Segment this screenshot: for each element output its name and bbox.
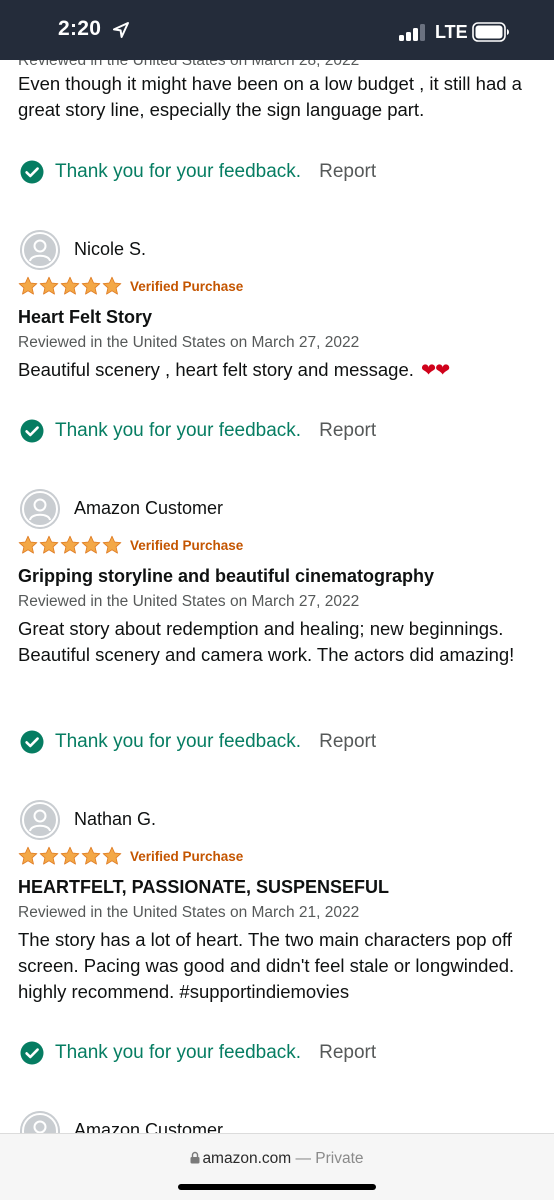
verified-purchase-badge: Verified Purchase [130, 279, 244, 294]
feedback-row: Thank you for your feedback. Report [20, 728, 376, 756]
feedback-row: Thank you for your feedback. Report [20, 1039, 376, 1067]
network-type: LTE [435, 22, 468, 42]
cellular-signal-icon [399, 24, 427, 41]
feedback-confirmation: Thank you for your feedback. [55, 420, 302, 441]
review-meta: Reviewed in the United States on March 2… [18, 904, 360, 921]
avatar [20, 1111, 60, 1133]
url-display[interactable]: amazon.com — Private [0, 1150, 554, 1168]
review-title: HEARTFELT, PASSIONATE, SUSPENSEFUL [18, 877, 390, 897]
avatar [20, 230, 60, 270]
reviewer-name[interactable]: Amazon Customer [74, 1120, 223, 1133]
browser-address-bar[interactable]: amazon.com — Private [0, 1133, 554, 1200]
feedback-confirmation: Thank you for your feedback. [55, 1042, 302, 1063]
star-icon [81, 276, 101, 295]
check-circle-icon [20, 419, 44, 443]
star-icon [39, 535, 59, 554]
location-arrow-icon [113, 22, 129, 38]
report-button[interactable]: Report [319, 161, 376, 183]
url-domain: amazon.com [202, 1150, 292, 1167]
star-icon [18, 276, 38, 295]
star-icon [60, 846, 80, 865]
reviewer-name[interactable]: Nathan G. [74, 809, 156, 830]
star-icon [60, 276, 80, 295]
star-rating [18, 535, 122, 555]
default-avatar-icon [20, 230, 60, 270]
feedback-row: Thank you for your feedback. Report [20, 158, 376, 186]
default-avatar-icon [20, 1111, 60, 1133]
report-button[interactable]: Report [319, 731, 376, 753]
feedback-row: Thank you for your feedback. Report [20, 417, 376, 445]
home-indicator[interactable] [178, 1184, 376, 1190]
lock-icon [190, 1151, 200, 1164]
review-body-text: Beautiful scenery , heart felt story and… [18, 359, 414, 380]
review-body: Even though it might have been on a low … [18, 73, 522, 120]
feedback-confirmation: Thank you for your feedback. [55, 161, 302, 182]
star-rating [18, 846, 122, 866]
battery-icon [472, 22, 509, 42]
star-icon [102, 846, 122, 865]
verified-purchase-badge: Verified Purchase [130, 538, 244, 553]
report-button[interactable]: Report [319, 420, 376, 442]
default-avatar-icon [20, 800, 60, 840]
review-meta: Reviewed in the United States on March 2… [18, 593, 360, 610]
star-icon [39, 846, 59, 865]
star-icon [102, 535, 122, 554]
avatar [20, 800, 60, 840]
check-circle-icon [20, 730, 44, 754]
star-icon [102, 276, 122, 295]
report-button[interactable]: Report [319, 1042, 376, 1064]
star-icon [81, 846, 101, 865]
star-icon [39, 276, 59, 295]
star-icon [18, 535, 38, 554]
reviewer-name[interactable]: Nicole S. [74, 239, 146, 260]
avatar [20, 489, 60, 529]
review-meta: Reviewed in the United States on March 2… [18, 334, 360, 351]
star-icon [60, 535, 80, 554]
reviews-list: Reviewed in the United States on March 2… [0, 0, 554, 1133]
heart-emoji: ❤❤ [421, 360, 450, 380]
feedback-confirmation: Thank you for your feedback. [55, 731, 302, 752]
check-circle-icon [20, 160, 44, 184]
review-body: The story has a lot of heart. The two ma… [18, 929, 515, 1002]
default-avatar-icon [20, 489, 60, 529]
star-icon [18, 846, 38, 865]
review-body: Great story about redemption and healing… [18, 618, 515, 665]
status-bar: 2:20 LTE [0, 0, 554, 60]
star-rating [18, 276, 122, 296]
review-title: Gripping storyline and beautiful cinemat… [18, 566, 435, 586]
status-time: 2:20 [58, 17, 102, 40]
star-icon [81, 535, 101, 554]
private-browsing-label: — Private [295, 1150, 364, 1167]
reviewer-name[interactable]: Amazon Customer [74, 498, 223, 519]
review-body: Beautiful scenery , heart felt story and… [18, 357, 542, 383]
review-title: Heart Felt Story [18, 307, 153, 327]
check-circle-icon [20, 1041, 44, 1065]
verified-purchase-badge: Verified Purchase [130, 849, 244, 864]
